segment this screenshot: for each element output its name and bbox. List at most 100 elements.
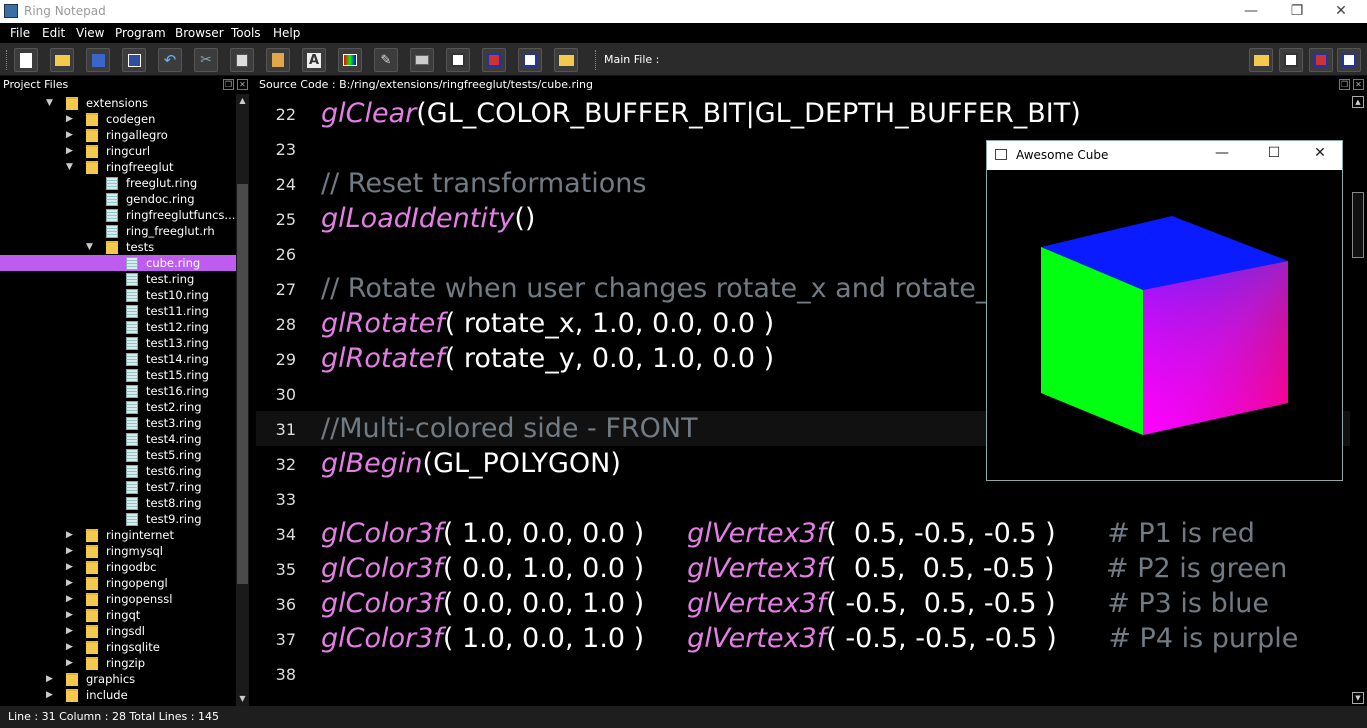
cut-button[interactable]: ✂ [194,48,218,72]
tree-scrollbar[interactable]: ▲ ▼ [236,94,249,706]
collapse-arrow-icon[interactable]: ▶ [66,559,76,575]
menu-help[interactable]: Help [273,26,300,40]
tree-folder[interactable]: ▶ ringqt [0,607,236,623]
tree-folder[interactable]: ▼ ringfreeglut [0,159,236,175]
cube-window-titlebar[interactable]: Awesome Cube — ☐ ✕ [987,141,1342,170]
code-line[interactable]: 38 [256,656,1350,691]
collapse-arrow-icon[interactable]: ▶ [66,111,76,127]
collapse-arrow-icon[interactable]: ▶ [66,655,76,671]
project-panel-close-icon[interactable]: ✕ [237,79,248,90]
run-button[interactable] [482,48,506,72]
tree-file[interactable]: ring_freeglut.rh [0,223,236,239]
tree-file[interactable]: test2.ring [0,399,236,415]
tree-file[interactable]: test3.ring [0,415,236,431]
paste-button[interactable] [266,48,290,72]
splitter[interactable] [249,94,256,706]
cube-close-button[interactable]: ✕ [1310,145,1330,161]
tree-folder[interactable]: ▶ ringallegro [0,127,236,143]
tree-file[interactable]: test5.ring [0,447,236,463]
collapse-arrow-icon[interactable]: ▶ [66,607,76,623]
source-panel-close-icon[interactable]: ✕ [1353,79,1364,90]
code-line[interactable]: 34 glColor3f( 1.0, 0.0, 0.0 ) glVertex3f(… [256,516,1350,551]
minimize-button[interactable]: — [1228,0,1274,23]
print-button[interactable] [410,48,434,72]
tree-file[interactable]: test7.ring [0,479,236,495]
tree-file[interactable]: freeglut.ring [0,175,236,191]
tree-folder[interactable]: ▶ ringodbc [0,559,236,575]
tree-file[interactable]: test14.ring [0,351,236,367]
scroll-down-icon[interactable]: ▼ [236,692,249,706]
collapse-arrow-icon[interactable]: ▶ [46,671,56,687]
tree-file[interactable]: test11.ring [0,303,236,319]
collapse-arrow-icon[interactable]: ▶ [66,623,76,639]
font-button[interactable]: A [302,48,326,72]
tree-file[interactable]: test16.ring [0,383,236,399]
editor-scrollbar[interactable]: ▲ ▼ [1350,94,1367,706]
collapse-arrow-icon[interactable]: ▶ [66,543,76,559]
tree-folder[interactable]: ▶ ringsdl [0,623,236,639]
menu-browser[interactable]: Browser [175,26,224,40]
expand-arrow-icon[interactable]: ▼ [66,159,76,175]
tree-file[interactable]: test6.ring [0,463,236,479]
color-button[interactable] [338,48,362,72]
new-file-button[interactable] [14,48,38,72]
menu-tools[interactable]: Tools [231,26,261,40]
source-panel-float-icon[interactable]: ❐ [1339,79,1350,90]
tree-file[interactable]: test15.ring [0,367,236,383]
tree-folder[interactable]: ▶ include [0,687,236,703]
menu-file[interactable]: File [10,26,30,40]
main-file-debug-button[interactable] [1279,48,1303,72]
code-line[interactable]: 22 glClear(GL_COLOR_BUFFER_BIT|GL_DEPTH_B… [256,96,1350,131]
undo-button[interactable]: ↶ [158,48,182,72]
collapse-arrow-icon[interactable]: ▶ [66,527,76,543]
code-line[interactable]: 37 glColor3f( 1.0, 0.0, 1.0 ) glVertex3f(… [256,621,1350,656]
collapse-arrow-icon[interactable]: ▶ [66,127,76,143]
open-file-button[interactable] [50,48,74,72]
scroll-down-icon[interactable]: ▼ [1352,692,1364,704]
tree-file[interactable]: test12.ring [0,319,236,335]
restore-button[interactable]: ❐ [1274,0,1320,23]
collapse-arrow-icon[interactable]: ▶ [46,687,56,703]
tree-file[interactable]: test4.ring [0,431,236,447]
open-folder-button[interactable] [554,48,578,72]
cube-minimize-button[interactable]: — [1212,145,1232,161]
code-line[interactable]: 33 [256,481,1350,516]
collapse-arrow-icon[interactable]: ▶ [66,639,76,655]
menu-view[interactable]: View [76,26,104,40]
tree-folder[interactable]: ▼ extensions [0,95,236,111]
tree-folder[interactable]: ▶ ringsqlite [0,639,236,655]
tree-file[interactable]: test9.ring [0,511,236,527]
code-line[interactable]: 36 glColor3f( 0.0, 0.0, 1.0 ) glVertex3f(… [256,586,1350,621]
main-file-run-gui-button[interactable] [1337,48,1361,72]
find-button[interactable]: ✎ [374,48,398,72]
tree-folder[interactable]: ▶ ringopengl [0,575,236,591]
run-gui-button[interactable] [518,48,542,72]
tree-folder[interactable]: ▶ ringzip [0,655,236,671]
save-as-button[interactable] [122,48,146,72]
tree-folder[interactable]: ▶ codegen [0,111,236,127]
code-line[interactable]: 35 glColor3f( 0.0, 1.0, 0.0 ) glVertex3f(… [256,551,1350,586]
close-button[interactable]: ✕ [1318,0,1364,23]
expand-arrow-icon[interactable]: ▼ [86,239,96,255]
main-file-open-button[interactable] [1249,48,1273,72]
tree-file[interactable]: test10.ring [0,287,236,303]
cube-maximize-button[interactable]: ☐ [1264,145,1284,161]
tree-file[interactable]: gendoc.ring [0,191,236,207]
debug-button[interactable] [446,48,470,72]
tree-file[interactable]: test8.ring [0,495,236,511]
collapse-arrow-icon[interactable]: ▶ [66,591,76,607]
awesome-cube-window[interactable]: Awesome Cube — ☐ ✕ [986,140,1343,481]
copy-button[interactable] [230,48,254,72]
tree-scroll-thumb[interactable] [237,184,248,584]
editor-scroll-thumb[interactable] [1352,192,1364,258]
save-button[interactable] [86,48,110,72]
tree-folder[interactable]: ▼ tests [0,239,236,255]
expand-arrow-icon[interactable]: ▼ [46,95,56,111]
scroll-up-icon[interactable]: ▲ [236,94,249,108]
tree-folder[interactable]: ▶ ringopenssl [0,591,236,607]
tree-folder[interactable]: ▶ ringinternet [0,527,236,543]
scroll-up-icon[interactable]: ▲ [1352,96,1364,108]
menu-program[interactable]: Program [115,26,166,40]
project-panel-float-icon[interactable]: ❐ [223,79,234,90]
menu-edit[interactable]: Edit [42,26,65,40]
